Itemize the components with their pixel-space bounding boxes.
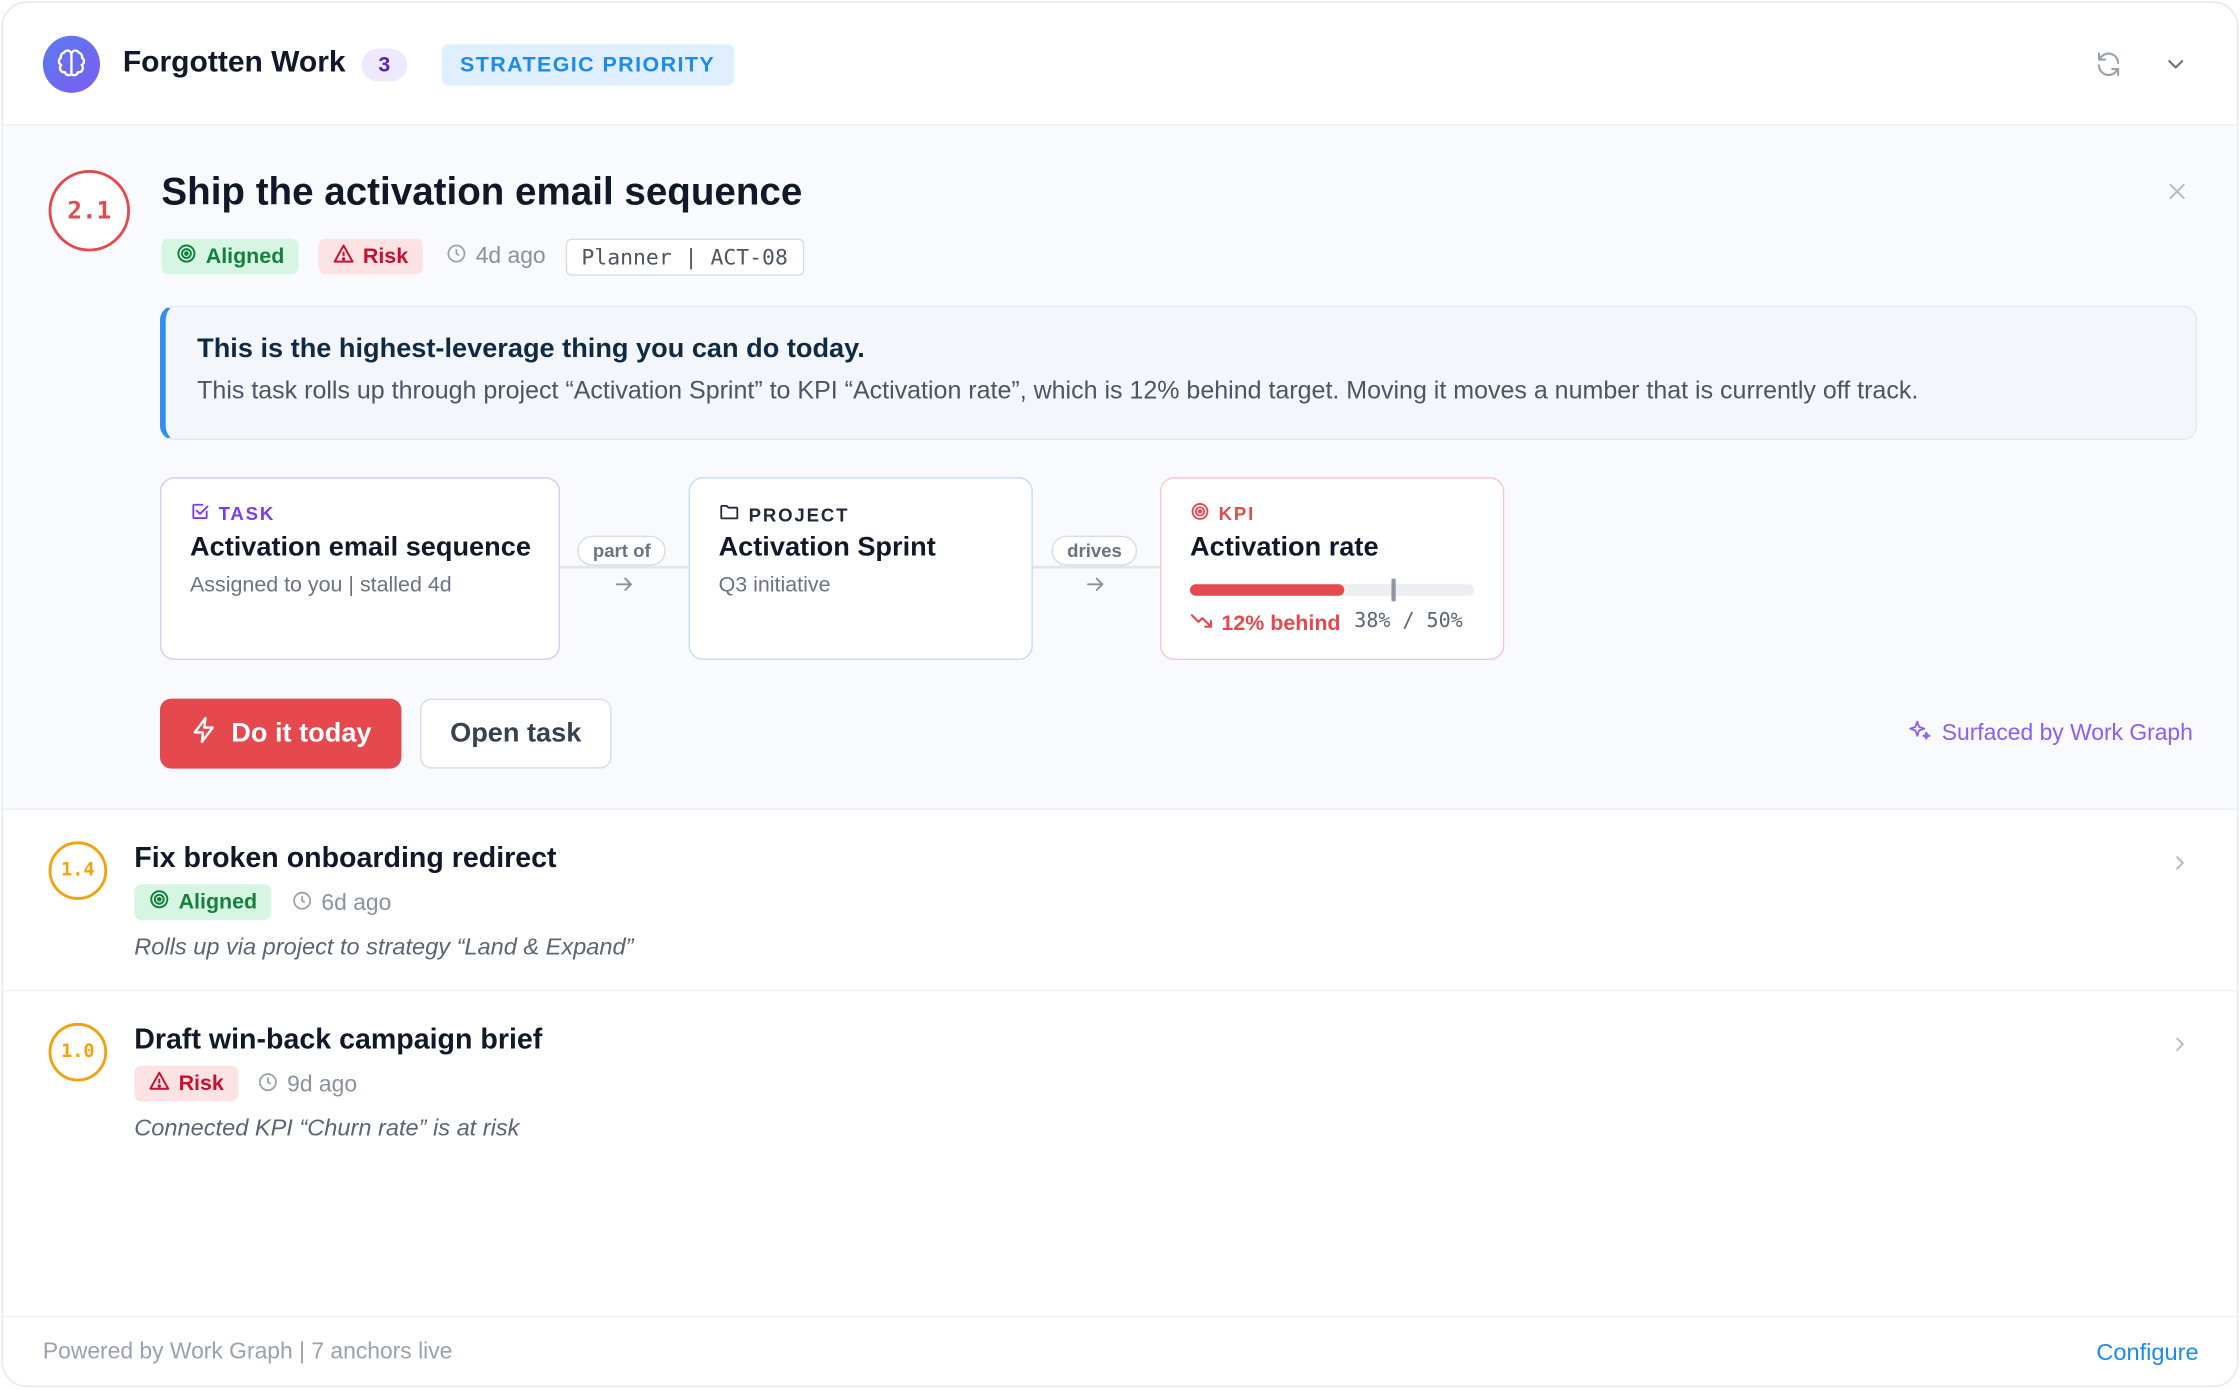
callout-body: This task rolls up through project “Acti…	[197, 375, 1919, 405]
kpi-type-label: KPI	[1218, 502, 1256, 525]
project-name: Activation Sprint	[718, 532, 936, 563]
connector-line	[559, 565, 689, 569]
brain-icon	[42, 35, 100, 93]
chevron-down-icon[interactable]	[2160, 49, 2191, 80]
task-sub: Assigned to you | stalled 4d	[189, 572, 452, 598]
kpi-target-marker	[1391, 578, 1396, 602]
age: 6d ago	[291, 890, 391, 919]
risk-label: Risk	[362, 244, 409, 269]
node-type: KPI	[1190, 501, 1255, 525]
aligned-label: Aligned	[178, 889, 258, 915]
age: 4d ago	[446, 243, 546, 272]
chevron-right-icon[interactable]	[2167, 850, 2193, 876]
footer-text: Powered by Work Graph | 7 anchors live	[42, 1339, 453, 1365]
priority-score: 1.4	[48, 841, 108, 900]
item-note: Rolls up via project to strategy “Land &…	[134, 934, 634, 960]
checkbox-icon	[190, 501, 210, 525]
surfaced-label: Surfaced by Work Graph	[1941, 721, 2193, 746]
task-type-label: TASK	[218, 502, 276, 525]
item-note: Connected KPI “Churn rate” is at risk	[134, 1115, 520, 1142]
focus-item: 2.1 Ship the activation email sequence A…	[2, 125, 2238, 810]
edge-label-part-of: part of	[577, 535, 667, 566]
target-icon	[1190, 501, 1210, 525]
connector-line	[1032, 565, 1160, 569]
priority-score: 2.1	[48, 169, 130, 252]
surfaced-by-link[interactable]: Surfaced by Work Graph	[1907, 719, 2193, 750]
card-header: Forgotten Work 3 STRATEGIC PRIORITY	[2, 3, 2238, 126]
folder-icon	[719, 501, 740, 527]
item-title: Draft win-back campaign brief	[134, 1024, 543, 1056]
widget-title: Forgotten Work	[122, 45, 346, 79]
refresh-icon[interactable]	[2093, 49, 2124, 80]
task-name: Activation email sequence	[189, 532, 531, 563]
card-footer: Powered by Work Graph | 7 anchors live C…	[2, 1315, 2238, 1386]
arrow-right-icon	[1084, 573, 1107, 596]
lightning-icon	[190, 715, 219, 752]
open-task-button[interactable]: Open task	[419, 698, 612, 769]
edge-label-drives: drives	[1051, 535, 1138, 566]
project-sub: Q3 initiative	[718, 572, 831, 598]
kpi-progress-bar	[1189, 578, 1475, 602]
insight-callout: This is the highest-leverage thing you c…	[159, 305, 2198, 440]
age: 9d ago	[257, 1071, 357, 1100]
list-item[interactable]: 1.0 Draft win-back campaign brief Risk 9…	[3, 991, 2237, 1172]
sparkle-icon	[1907, 719, 1931, 750]
warning-icon	[333, 243, 354, 270]
aligned-tag: Aligned	[134, 884, 272, 920]
forgotten-work-card: Forgotten Work 3 STRATEGIC PRIORITY 2.1 …	[1, 1, 2239, 1388]
clock-icon	[291, 890, 312, 919]
risk-tag: Risk	[134, 1065, 239, 1102]
aligned-tag: Aligned	[161, 238, 299, 275]
trend-down-icon	[1190, 609, 1213, 638]
age-label: 6d ago	[321, 891, 392, 916]
do-it-today-label: Do it today	[231, 717, 372, 748]
focus-title[interactable]: Ship the activation email sequence	[161, 170, 802, 214]
aligned-label: Aligned	[205, 244, 285, 269]
warning-icon	[149, 1070, 170, 1097]
priority-score: 1.0	[48, 1022, 108, 1082]
target-icon	[176, 243, 197, 270]
kpi-node[interactable]: KPI Activation rate 12% behind 38% / 50%	[1159, 477, 1505, 660]
kpi-name: Activation rate	[1189, 532, 1379, 563]
count-badge: 3	[361, 48, 408, 82]
risk-tag: Risk	[318, 238, 423, 275]
do-it-today-button[interactable]: Do it today	[159, 698, 402, 769]
risk-label: Risk	[178, 1071, 224, 1096]
target-icon	[149, 889, 170, 916]
project-node[interactable]: PROJECT Activation Sprint Q3 initiative	[688, 477, 1033, 660]
configure-link[interactable]: Configure	[2096, 1340, 2198, 1367]
item-title: Fix broken onboarding redirect	[134, 842, 557, 875]
kpi-behind-label: 12% behind	[1221, 610, 1341, 635]
clock-icon	[446, 243, 467, 272]
task-node[interactable]: TASK Activation email sequence Assigned …	[159, 477, 560, 660]
kpi-values: 38% / 50%	[1354, 609, 1463, 633]
kpi-progress-fill	[1189, 584, 1345, 596]
callout-heading: This is the highest-leverage thing you c…	[197, 334, 865, 365]
chevron-right-icon[interactable]	[2167, 1031, 2193, 1057]
clock-icon	[257, 1071, 278, 1100]
node-type: TASK	[190, 501, 275, 525]
kpi-behind: 12% behind	[1190, 609, 1341, 638]
source-ref[interactable]: Planner | ACT-08	[565, 238, 804, 276]
arrow-right-icon	[613, 573, 636, 596]
strategic-priority-badge: STRATEGIC PRIORITY	[441, 44, 734, 86]
project-type-label: PROJECT	[748, 503, 850, 525]
node-type: PROJECT	[719, 501, 850, 527]
close-icon[interactable]	[2163, 177, 2192, 206]
age-label: 9d ago	[287, 1072, 358, 1098]
age-label: 4d ago	[475, 244, 546, 269]
list-item[interactable]: 1.4 Fix broken onboarding redirect Align…	[2, 810, 2238, 992]
